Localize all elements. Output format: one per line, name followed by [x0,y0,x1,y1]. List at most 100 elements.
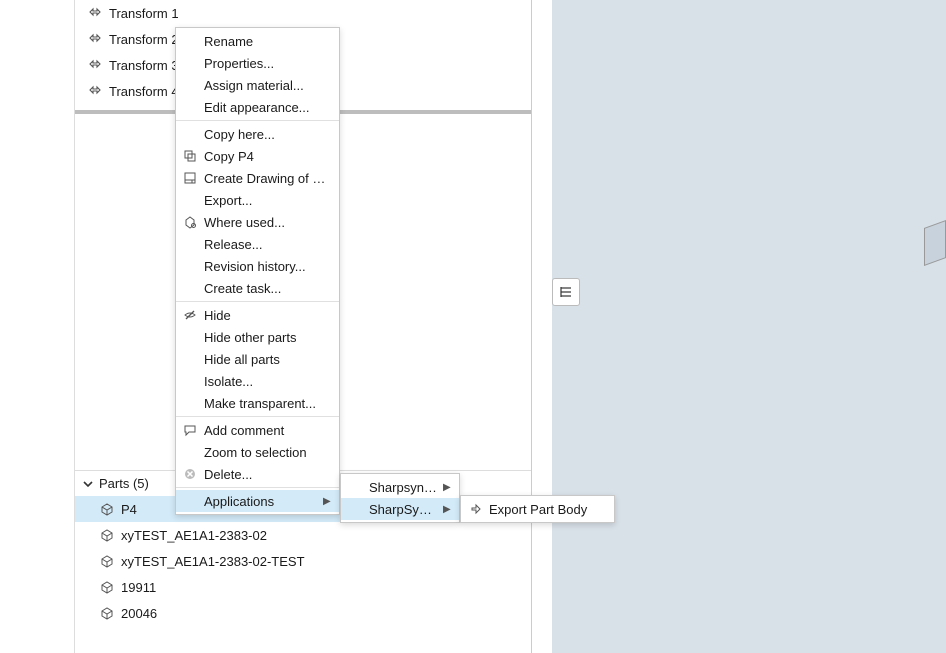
menu-item[interactable]: Edit appearance... [176,96,339,118]
menu-item-label: Applications [204,494,317,509]
transform-icon [87,5,103,21]
menu-item[interactable]: Make transparent... [176,392,339,414]
comment-icon [182,422,198,438]
blank-icon [182,395,198,411]
menu-item[interactable]: Delete... [176,463,339,485]
menu-item-label: Release... [204,237,331,252]
menu-item[interactable]: Sharpsync (dev) ▶ [341,476,459,498]
delete-icon [182,466,198,482]
menu-separator [176,301,339,302]
part-icon [99,527,115,543]
menu-item[interactable]: Revision history... [176,255,339,277]
menu-separator [176,120,339,121]
menu-item[interactable]: Create task... [176,277,339,299]
part-icon [99,553,115,569]
submenu-arrow-icon: ▶ [443,482,451,493]
menu-separator [176,487,339,488]
blank-icon [182,373,198,389]
menu-item-label: Hide other parts [204,330,331,345]
menu-item[interactable]: Properties... [176,52,339,74]
transform-label: Transform 2 [109,32,179,47]
menu-item-label: Rename [204,34,331,49]
blank-icon [347,501,363,517]
part-item[interactable]: xyTEST_AE1A1-2383-02-TEST [75,548,531,574]
transform-icon [87,31,103,47]
menu-item-label: Zoom to selection [204,445,331,460]
menu-item[interactable]: Copy P4 [176,145,339,167]
hide-icon [182,307,198,323]
transform-item[interactable]: Transform 1 [75,0,531,26]
part-label: xyTEST_AE1A1-2383-02-TEST [121,554,305,569]
menu-item[interactable]: Release... [176,233,339,255]
menu-item[interactable]: Copy here... [176,123,339,145]
menu-item-label: Export Part Body [489,502,606,517]
blank-icon [182,329,198,345]
menu-item-label: Revision history... [204,259,331,274]
blank-icon [182,77,198,93]
applications-submenu[interactable]: Sharpsync (dev) ▶ SharpSync.net ▶ [340,473,460,523]
menu-item-label: Copy P4 [204,149,331,164]
blank-icon [182,351,198,367]
part-label: 19911 [121,580,156,595]
menu-item[interactable]: Rename [176,30,339,52]
menu-item[interactable]: Applications ▶ [176,490,339,512]
part-item[interactable]: 19911 [75,574,531,600]
menu-item-label: Make transparent... [204,396,331,411]
transform-icon [87,57,103,73]
blank-icon [182,126,198,142]
submenu-arrow-icon: ▶ [443,504,451,515]
menu-item[interactable]: Isolate... [176,370,339,392]
transform-label: Transform 1 [109,6,179,21]
panel-toggle-button[interactable] [552,278,580,306]
drawing-icon [182,170,198,186]
viewport-3d[interactable] [552,0,946,653]
blank-icon [182,33,198,49]
blank-icon [182,280,198,296]
blank-icon [182,55,198,71]
transform-label: Transform 3 [109,58,179,73]
blank-icon [182,236,198,252]
transform-icon [87,83,103,99]
menu-item[interactable]: Assign material... [176,74,339,96]
part-icon [99,501,115,517]
menu-separator [176,416,339,417]
menu-item[interactable]: Export Part Body [461,498,614,520]
menu-item[interactable]: Hide [176,304,339,326]
menu-item[interactable]: Where used... [176,211,339,233]
blank-icon [182,444,198,460]
menu-item-label: Export... [204,193,331,208]
part-label: 20046 [121,606,157,621]
model-edge [924,220,946,266]
blank-icon [347,479,363,495]
transform-label: Transform 4 [109,84,179,99]
menu-item[interactable]: Add comment [176,419,339,441]
part-item[interactable]: xyTEST_AE1A1-2383-02 [75,522,531,548]
menu-item-label: Sharpsync (dev) [369,480,437,495]
menu-item[interactable]: Zoom to selection [176,441,339,463]
menu-item[interactable]: Export... [176,189,339,211]
submenu-arrow-icon: ▶ [323,496,331,507]
menu-item-label: Where used... [204,215,331,230]
blank-icon [182,99,198,115]
menu-item-label: SharpSync.net [369,502,437,517]
menu-item[interactable]: SharpSync.net ▶ [341,498,459,520]
context-menu[interactable]: Rename Properties...Assign material...Edi… [175,27,340,515]
whereused-icon [182,214,198,230]
menu-item-label: Copy here... [204,127,331,142]
sharpsync-submenu[interactable]: Export Part Body [460,495,615,523]
part-icon [99,605,115,621]
part-icon [99,579,115,595]
menu-item[interactable]: Create Drawing of P4... [176,167,339,189]
menu-item-label: Delete... [204,467,331,482]
export-icon [467,501,483,517]
part-label: xyTEST_AE1A1-2383-02 [121,528,267,543]
parts-header-label: Parts (5) [99,476,149,491]
menu-item-label: Create task... [204,281,331,296]
menu-item-label: Add comment [204,423,331,438]
blank-icon [182,258,198,274]
menu-item-label: Isolate... [204,374,331,389]
part-item[interactable]: 20046 [75,600,531,626]
menu-item-label: Hide [204,308,331,323]
menu-item[interactable]: Hide all parts [176,348,339,370]
menu-item[interactable]: Hide other parts [176,326,339,348]
